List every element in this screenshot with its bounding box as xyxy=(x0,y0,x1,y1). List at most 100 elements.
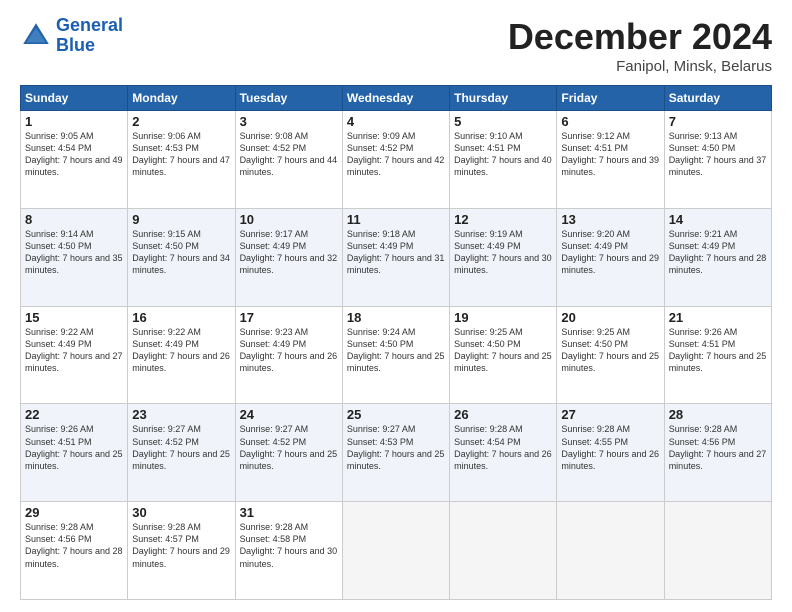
day-number: 19 xyxy=(454,310,552,325)
day-info: Sunrise: 9:05 AMSunset: 4:54 PMDaylight:… xyxy=(25,130,123,179)
day-info: Sunrise: 9:24 AMSunset: 4:50 PMDaylight:… xyxy=(347,326,445,375)
day-cell: 30 Sunrise: 9:28 AMSunset: 4:57 PMDaylig… xyxy=(128,502,235,600)
day-number: 21 xyxy=(669,310,767,325)
day-info: Sunrise: 9:26 AMSunset: 4:51 PMDaylight:… xyxy=(669,326,767,375)
day-info: Sunrise: 9:06 AMSunset: 4:53 PMDaylight:… xyxy=(132,130,230,179)
day-info: Sunrise: 9:28 AMSunset: 4:54 PMDaylight:… xyxy=(454,423,552,472)
day-info: Sunrise: 9:09 AMSunset: 4:52 PMDaylight:… xyxy=(347,130,445,179)
day-number: 14 xyxy=(669,212,767,227)
day-info: Sunrise: 9:10 AMSunset: 4:51 PMDaylight:… xyxy=(454,130,552,179)
day-cell xyxy=(557,502,664,600)
logo-icon xyxy=(20,20,52,52)
day-info: Sunrise: 9:25 AMSunset: 4:50 PMDaylight:… xyxy=(561,326,659,375)
day-number: 27 xyxy=(561,407,659,422)
day-cell: 31 Sunrise: 9:28 AMSunset: 4:58 PMDaylig… xyxy=(235,502,342,600)
day-cell: 20 Sunrise: 9:25 AMSunset: 4:50 PMDaylig… xyxy=(557,306,664,404)
day-info: Sunrise: 9:13 AMSunset: 4:50 PMDaylight:… xyxy=(669,130,767,179)
day-number: 24 xyxy=(240,407,338,422)
day-cell: 27 Sunrise: 9:28 AMSunset: 4:55 PMDaylig… xyxy=(557,404,664,502)
day-number: 18 xyxy=(347,310,445,325)
day-cell: 12 Sunrise: 9:19 AMSunset: 4:49 PMDaylig… xyxy=(450,208,557,306)
day-cell xyxy=(342,502,449,600)
logo-text: General Blue xyxy=(56,16,123,56)
day-info: Sunrise: 9:14 AMSunset: 4:50 PMDaylight:… xyxy=(25,228,123,277)
day-info: Sunrise: 9:20 AMSunset: 4:49 PMDaylight:… xyxy=(561,228,659,277)
day-cell: 29 Sunrise: 9:28 AMSunset: 4:56 PMDaylig… xyxy=(21,502,128,600)
day-number: 28 xyxy=(669,407,767,422)
day-cell: 21 Sunrise: 9:26 AMSunset: 4:51 PMDaylig… xyxy=(664,306,771,404)
weekday-monday: Monday xyxy=(128,86,235,111)
logo-line1: General xyxy=(56,15,123,35)
day-cell: 7 Sunrise: 9:13 AMSunset: 4:50 PMDayligh… xyxy=(664,111,771,209)
day-info: Sunrise: 9:28 AMSunset: 4:56 PMDaylight:… xyxy=(669,423,767,472)
weekday-tuesday: Tuesday xyxy=(235,86,342,111)
day-number: 11 xyxy=(347,212,445,227)
day-info: Sunrise: 9:27 AMSunset: 4:53 PMDaylight:… xyxy=(347,423,445,472)
week-row-4: 22 Sunrise: 9:26 AMSunset: 4:51 PMDaylig… xyxy=(21,404,772,502)
weekday-saturday: Saturday xyxy=(664,86,771,111)
day-cell: 28 Sunrise: 9:28 AMSunset: 4:56 PMDaylig… xyxy=(664,404,771,502)
day-number: 26 xyxy=(454,407,552,422)
day-info: Sunrise: 9:19 AMSunset: 4:49 PMDaylight:… xyxy=(454,228,552,277)
calendar-table: SundayMondayTuesdayWednesdayThursdayFrid… xyxy=(20,85,772,600)
day-cell: 14 Sunrise: 9:21 AMSunset: 4:49 PMDaylig… xyxy=(664,208,771,306)
day-number: 30 xyxy=(132,505,230,520)
day-number: 22 xyxy=(25,407,123,422)
day-number: 29 xyxy=(25,505,123,520)
day-number: 7 xyxy=(669,114,767,129)
day-info: Sunrise: 9:08 AMSunset: 4:52 PMDaylight:… xyxy=(240,130,338,179)
calendar-body: 1 Sunrise: 9:05 AMSunset: 4:54 PMDayligh… xyxy=(21,111,772,600)
location: Fanipol, Minsk, Belarus xyxy=(508,58,772,75)
day-cell: 8 Sunrise: 9:14 AMSunset: 4:50 PMDayligh… xyxy=(21,208,128,306)
weekday-wednesday: Wednesday xyxy=(342,86,449,111)
day-info: Sunrise: 9:28 AMSunset: 4:58 PMDaylight:… xyxy=(240,521,338,570)
page: General Blue December 2024 Fanipol, Mins… xyxy=(0,0,792,612)
day-cell: 11 Sunrise: 9:18 AMSunset: 4:49 PMDaylig… xyxy=(342,208,449,306)
weekday-header-row: SundayMondayTuesdayWednesdayThursdayFrid… xyxy=(21,86,772,111)
day-cell: 10 Sunrise: 9:17 AMSunset: 4:49 PMDaylig… xyxy=(235,208,342,306)
weekday-friday: Friday xyxy=(557,86,664,111)
day-number: 12 xyxy=(454,212,552,227)
day-cell: 4 Sunrise: 9:09 AMSunset: 4:52 PMDayligh… xyxy=(342,111,449,209)
day-info: Sunrise: 9:28 AMSunset: 4:57 PMDaylight:… xyxy=(132,521,230,570)
day-info: Sunrise: 9:12 AMSunset: 4:51 PMDaylight:… xyxy=(561,130,659,179)
logo-line2: Blue xyxy=(56,35,95,55)
day-info: Sunrise: 9:22 AMSunset: 4:49 PMDaylight:… xyxy=(132,326,230,375)
day-number: 17 xyxy=(240,310,338,325)
day-cell: 19 Sunrise: 9:25 AMSunset: 4:50 PMDaylig… xyxy=(450,306,557,404)
logo: General Blue xyxy=(20,16,123,56)
day-cell: 22 Sunrise: 9:26 AMSunset: 4:51 PMDaylig… xyxy=(21,404,128,502)
day-number: 31 xyxy=(240,505,338,520)
day-info: Sunrise: 9:15 AMSunset: 4:50 PMDaylight:… xyxy=(132,228,230,277)
day-info: Sunrise: 9:28 AMSunset: 4:55 PMDaylight:… xyxy=(561,423,659,472)
day-number: 4 xyxy=(347,114,445,129)
title-block: December 2024 Fanipol, Minsk, Belarus xyxy=(508,16,772,75)
day-cell: 23 Sunrise: 9:27 AMSunset: 4:52 PMDaylig… xyxy=(128,404,235,502)
day-info: Sunrise: 9:17 AMSunset: 4:49 PMDaylight:… xyxy=(240,228,338,277)
day-number: 5 xyxy=(454,114,552,129)
header: General Blue December 2024 Fanipol, Mins… xyxy=(20,16,772,75)
week-row-5: 29 Sunrise: 9:28 AMSunset: 4:56 PMDaylig… xyxy=(21,502,772,600)
day-cell: 16 Sunrise: 9:22 AMSunset: 4:49 PMDaylig… xyxy=(128,306,235,404)
day-number: 6 xyxy=(561,114,659,129)
day-cell xyxy=(664,502,771,600)
day-info: Sunrise: 9:26 AMSunset: 4:51 PMDaylight:… xyxy=(25,423,123,472)
day-cell: 26 Sunrise: 9:28 AMSunset: 4:54 PMDaylig… xyxy=(450,404,557,502)
day-cell: 3 Sunrise: 9:08 AMSunset: 4:52 PMDayligh… xyxy=(235,111,342,209)
day-number: 25 xyxy=(347,407,445,422)
week-row-1: 1 Sunrise: 9:05 AMSunset: 4:54 PMDayligh… xyxy=(21,111,772,209)
day-number: 8 xyxy=(25,212,123,227)
month-title: December 2024 xyxy=(508,16,772,58)
day-number: 13 xyxy=(561,212,659,227)
day-info: Sunrise: 9:21 AMSunset: 4:49 PMDaylight:… xyxy=(669,228,767,277)
day-number: 20 xyxy=(561,310,659,325)
day-cell: 13 Sunrise: 9:20 AMSunset: 4:49 PMDaylig… xyxy=(557,208,664,306)
day-number: 10 xyxy=(240,212,338,227)
weekday-thursday: Thursday xyxy=(450,86,557,111)
week-row-2: 8 Sunrise: 9:14 AMSunset: 4:50 PMDayligh… xyxy=(21,208,772,306)
day-number: 2 xyxy=(132,114,230,129)
day-cell: 6 Sunrise: 9:12 AMSunset: 4:51 PMDayligh… xyxy=(557,111,664,209)
day-info: Sunrise: 9:23 AMSunset: 4:49 PMDaylight:… xyxy=(240,326,338,375)
day-info: Sunrise: 9:18 AMSunset: 4:49 PMDaylight:… xyxy=(347,228,445,277)
day-cell: 9 Sunrise: 9:15 AMSunset: 4:50 PMDayligh… xyxy=(128,208,235,306)
